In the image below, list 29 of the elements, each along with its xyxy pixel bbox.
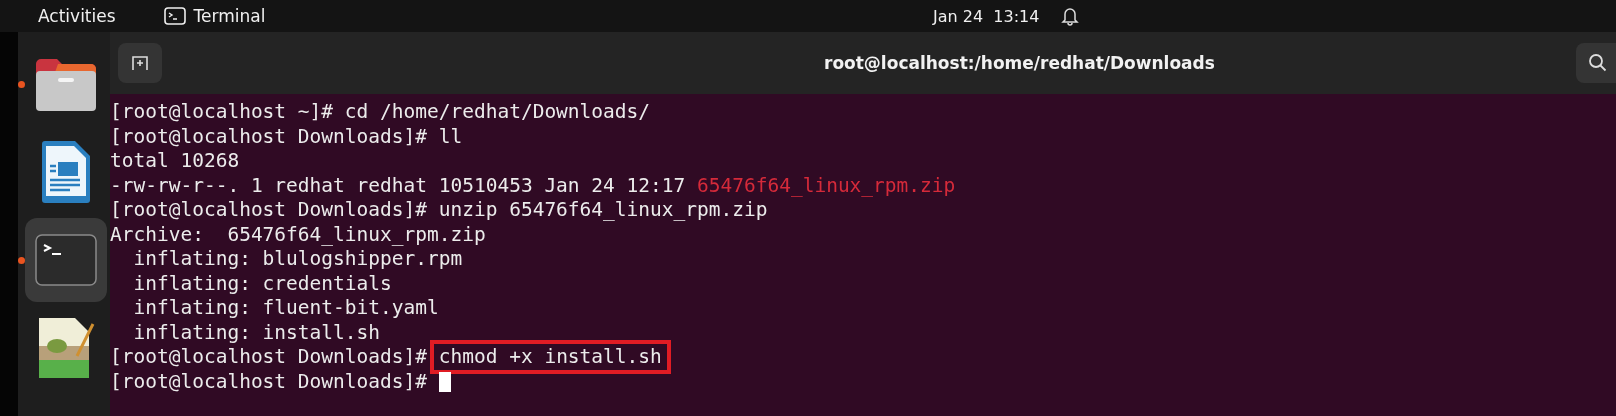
terminal-text: inflating: credentials bbox=[132, 272, 392, 295]
app-menu[interactable]: Terminal bbox=[193, 6, 266, 26]
new-tab-button[interactable] bbox=[118, 43, 162, 83]
folder-icon bbox=[34, 56, 98, 112]
terminal-icon bbox=[35, 234, 97, 286]
file-name: 65476f64_linux_rpm.zip bbox=[697, 174, 956, 197]
terminal-text: [root@localhost ~]# cd /home/redhat/Downloads/ bbox=[110, 101, 651, 124]
clock[interactable]: Jan 24 13:14 bbox=[933, 6, 1040, 26]
terminal-text: inflating: blulogshipper.rpm bbox=[132, 248, 463, 271]
search-button[interactable] bbox=[1576, 43, 1616, 83]
terminal-icon bbox=[163, 7, 186, 25]
terminal-output[interactable] bbox=[110, 94, 1616, 416]
search-icon bbox=[1588, 53, 1608, 73]
terminal-text: Archive: 65476f64_linux_rpm.zip bbox=[110, 223, 486, 246]
activities-button[interactable]: Activities bbox=[38, 6, 116, 26]
terminal-text: [root@localhost Downloads]# bbox=[110, 346, 428, 369]
window-title: root@localhost:/home/redhat/Downloads bbox=[824, 53, 1215, 73]
text-editor-icon bbox=[37, 316, 95, 380]
terminal-text: -rw-rw-r--. 1 redhat redhat 10510453 Jan 24 12:17 bbox=[110, 174, 687, 197]
terminal-text: total 10268 bbox=[110, 150, 240, 173]
document-icon bbox=[40, 140, 92, 204]
new-tab-icon bbox=[130, 53, 150, 73]
highlighted-command: chmod +x install.sh bbox=[429, 340, 671, 375]
terminal-text: inflating: install.sh bbox=[132, 321, 381, 344]
terminal-text: [root@localhost Downloads]# unzip 65476f64_linux_rpm.zip bbox=[110, 199, 768, 222]
terminal-text: inflating: fluent-bit.yaml bbox=[132, 297, 439, 320]
terminal-text: [root@localhost Downloads]# ll bbox=[110, 125, 463, 148]
bell-icon bbox=[1061, 6, 1080, 26]
terminal-text: [root@localhost Downloads]# bbox=[110, 370, 428, 393]
